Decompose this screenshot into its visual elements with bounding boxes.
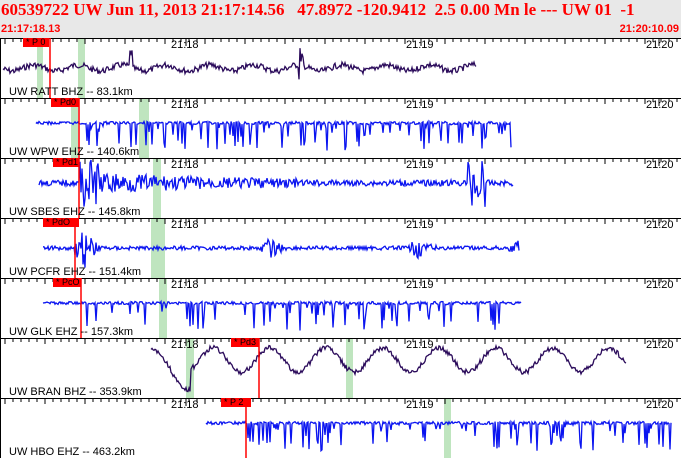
channel-panel[interactable]: * PcO 21:18 21:19 21:20 UW GLK EHZ -- 157.3k… <box>0 278 681 338</box>
time-tick-label: 21:19 <box>406 399 434 411</box>
channel-panel[interactable]: * Pd3 21:18 21:19 21:20 UW BRAN BHZ -- 353.9… <box>0 338 681 398</box>
time-tick-label: 21:20 <box>646 279 674 291</box>
channel-label: UW SBES EHZ -- 145.8km <box>9 206 141 218</box>
time-tick-label: 21:19 <box>406 99 434 111</box>
time-tick-label: 21:19 <box>406 219 434 231</box>
end-time: 21:20:10.09 <box>619 23 679 35</box>
time-tick-label: 21:20 <box>646 39 674 51</box>
time-tick-label: 21:18 <box>171 99 199 111</box>
seismogram <box>205 419 672 453</box>
time-tick-label: 21:20 <box>646 399 674 411</box>
seismogram <box>2 48 477 80</box>
time-tick-label: 21:20 <box>646 99 674 111</box>
event-title: 60539722 UW Jun 11, 2013 21:17:14.56 47.… <box>1 0 635 19</box>
phase-pick-flag[interactable]: * PdO <box>43 218 79 227</box>
phase-pick-flag[interactable]: * P 2 <box>221 398 251 407</box>
time-tick-label: 21:20 <box>646 339 674 351</box>
time-tick-label: 21:20 <box>646 219 674 231</box>
phase-pick-flag[interactable]: * Pd1 <box>53 158 79 167</box>
pick-window <box>444 398 451 458</box>
time-tick-label: 21:18 <box>171 39 199 51</box>
phase-pick-flag[interactable]: * Pd3 <box>231 338 259 347</box>
time-tick-label: 21:20 <box>646 159 674 171</box>
channel-panel[interactable]: * Pd1 21:18 21:19 21:20 UW SBES EHZ -- 145.8… <box>0 158 681 218</box>
pick-window <box>153 158 161 218</box>
time-tick-label: 21:18 <box>171 399 199 411</box>
seismogram <box>43 232 520 268</box>
phase-pick-flag[interactable]: * P 0 <box>23 38 49 47</box>
channel-label: UW BRAN BHZ -- 353.9km <box>9 386 142 398</box>
phase-pick-flag[interactable]: * PcO <box>53 278 81 287</box>
phase-pick-flag[interactable]: * Pd0 <box>51 98 79 107</box>
time-tick-label: 21:19 <box>406 159 434 171</box>
seismogram <box>150 343 627 393</box>
time-tick-label: 21:19 <box>406 339 434 351</box>
channel-panel[interactable]: * PdO 21:18 21:19 21:20 UW PCFR EHZ -- 151.4… <box>0 218 681 278</box>
channel-label: UW HBO EHZ -- 463.2km <box>9 446 135 458</box>
time-tick-label: 21:18 <box>171 339 199 351</box>
channel-panel[interactable]: * P 2 21:18 21:19 21:20 UW HBO EHZ -- 463.2k… <box>0 398 681 458</box>
header-bar: 60539722 UW Jun 11, 2013 21:17:14.56 47.… <box>0 0 681 38</box>
start-time: 21:17:18.13 <box>1 23 61 35</box>
pick-window <box>139 98 149 158</box>
waveform-panels[interactable]: * P 0 21:18 21:19 21:20 UW RATT BHZ -- 83.1k… <box>0 38 681 458</box>
channel-panel[interactable]: * P 0 21:18 21:19 21:20 UW RATT BHZ -- 83.1k… <box>0 38 681 98</box>
time-tick-label: 21:18 <box>171 159 199 171</box>
time-tick-label: 21:19 <box>406 279 434 291</box>
channel-label: UW GLK EHZ -- 157.3km <box>9 326 134 338</box>
channel-panel[interactable]: * Pd0 21:18 21:19 21:20 UW WPW EHZ -- 140.6k… <box>0 98 681 158</box>
seismogram <box>38 159 514 207</box>
time-tick-label: 21:18 <box>171 279 199 291</box>
time-tick-label: 21:19 <box>406 39 434 51</box>
time-tick-label: 21:18 <box>171 219 199 231</box>
